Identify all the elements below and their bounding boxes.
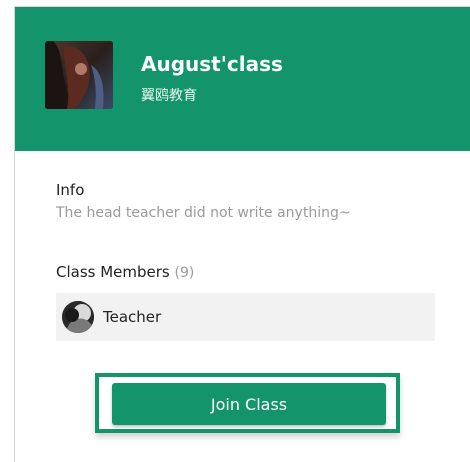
info-description: The head teacher did not write anything~ xyxy=(56,205,351,221)
class-card: August'class 翼鸥教育 Info The head teacher … xyxy=(0,0,470,462)
members-heading-label: Class Members xyxy=(56,263,170,281)
class-title: August'class xyxy=(141,52,283,76)
member-name: Teacher xyxy=(103,308,162,326)
class-organization: 翼鸥教育 xyxy=(141,88,197,104)
members-heading: Class Members (9) xyxy=(56,263,194,281)
join-class-button[interactable]: Join Class xyxy=(112,383,386,425)
member-list-item[interactable]: Teacher xyxy=(56,293,435,341)
member-avatar xyxy=(62,301,94,333)
class-avatar xyxy=(45,41,113,109)
class-avatar-icon xyxy=(45,41,113,109)
members-count: (9) xyxy=(174,265,195,281)
info-heading: Info xyxy=(56,181,85,199)
member-avatar-icon xyxy=(62,301,94,333)
class-header: August'class 翼鸥教育 xyxy=(15,7,470,151)
